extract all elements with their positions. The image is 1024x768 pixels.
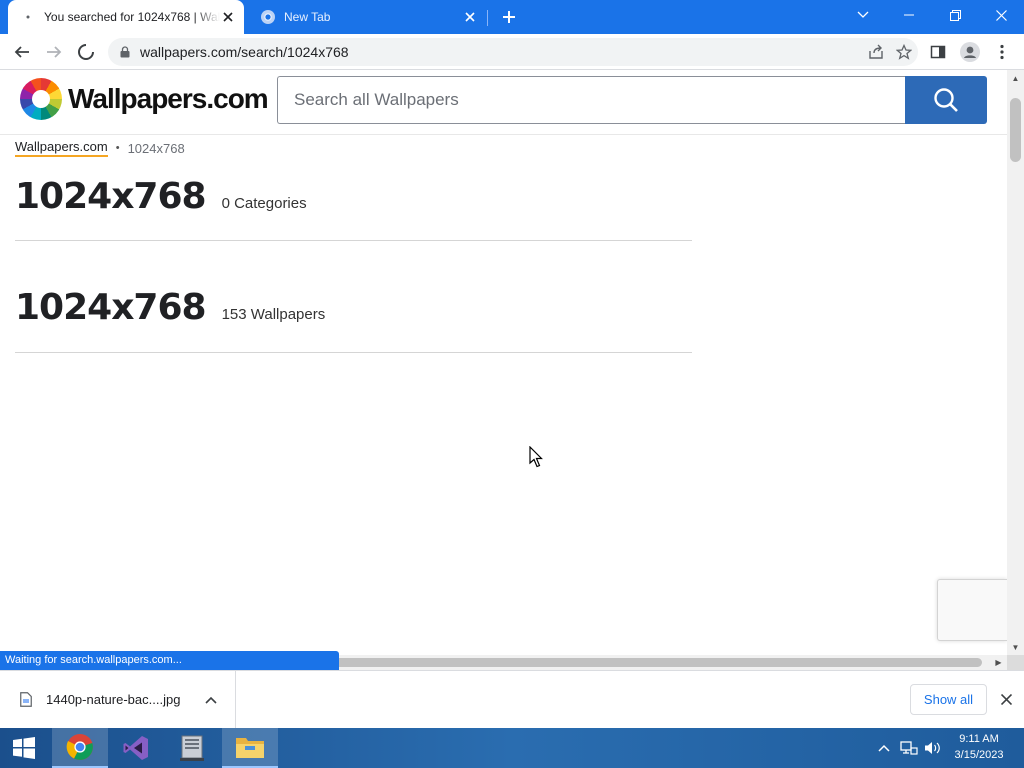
breadcrumb-home-link[interactable]: Wallpapers.com [15,139,108,157]
minimize-button[interactable] [886,0,932,30]
web-page: Wallpapers.com Wallpapers.com • 1024x768… [0,70,1007,650]
search-button[interactable] [905,76,987,124]
wallpapers-section: 1024x768 153 Wallpapers [15,287,692,353]
star-icon [896,44,912,60]
start-button[interactable] [0,728,48,768]
back-button[interactable] [8,38,36,66]
minimize-icon [904,14,914,16]
show-all-downloads-button[interactable]: Show all [910,684,987,715]
speaker-icon [925,742,940,754]
arrow-right-icon [47,46,62,58]
volume-button[interactable] [922,728,944,768]
chevron-up-icon [878,744,890,752]
breadcrumb-current: 1024x768 [127,140,185,156]
close-tab-icon[interactable] [220,9,236,25]
categories-count: 0 Categories [221,195,307,212]
taskbar-visual-studio[interactable] [108,728,164,768]
tab-wallpapers-search[interactable]: You searched for 1024x768 | Wallpapers.c… [8,0,244,34]
section-heading: 1024x768 [15,176,207,217]
categories-section: 1024x768 0 Categories [15,176,692,241]
avatar-icon [960,42,980,62]
chevron-up-icon[interactable] [199,688,223,712]
show-hidden-icons-button[interactable] [874,728,894,768]
restore-button[interactable] [932,0,978,30]
lock-icon [120,46,130,58]
network-icon [900,741,918,755]
breadcrumb-separator: • [115,142,120,154]
browser-tab-strip: You searched for 1024x768 | Wallpapers.c… [0,0,1024,34]
chrome-icon [66,734,93,760]
wallpapers-count: 153 Wallpapers [221,306,326,323]
stop-loading-button[interactable] [72,38,100,66]
plus-icon [503,11,515,23]
restore-icon [949,9,961,21]
download-shelf: 1440p-nature-bac....jpg Show all [0,670,1024,728]
new-tab-button[interactable] [497,5,521,29]
chrome-icon [260,9,276,25]
network-button[interactable] [898,728,920,768]
visual-studio-icon [123,736,148,760]
bookmark-button[interactable] [890,38,918,66]
tab-new-tab[interactable]: New Tab [250,0,486,34]
tab-separator [487,10,488,26]
browser-toolbar: wallpapers.com/search/1024x768 [0,34,1024,70]
search-icon [934,88,958,112]
recaptcha-badge[interactable] [937,579,1007,641]
vertical-scrollbar[interactable]: ▲ ▼ [1007,70,1024,655]
close-tab-icon[interactable] [462,9,478,25]
chevron-down-icon [857,11,869,18]
share-button[interactable] [862,38,890,66]
mouse-cursor-icon [529,446,543,468]
section-heading: 1024x768 [15,287,207,328]
scroll-up-arrow-icon[interactable]: ▲ [1007,70,1024,86]
windows-taskbar: 9:11 AM 3/15/2023 [0,728,1024,768]
browser-menu-button[interactable] [988,38,1016,66]
search-input[interactable] [277,76,906,124]
breadcrumb: Wallpapers.com • 1024x768 [15,139,185,157]
file-icon [20,692,32,707]
taskbar-chrome[interactable] [52,728,108,768]
loading-spinner-icon [78,44,94,60]
scrollbar-corner [1007,655,1024,670]
status-bubble: Waiting for search.wallpapers.com... [0,651,339,670]
site-logo[interactable]: Wallpapers.com [20,78,269,120]
address-bar[interactable]: wallpapers.com/search/1024x768 [108,38,918,66]
close-download-shelf-icon[interactable] [996,689,1016,709]
taskbar-server-manager[interactable] [164,728,220,768]
taskbar-file-explorer[interactable] [222,728,278,768]
close-icon [995,9,1007,21]
scroll-down-arrow-icon[interactable]: ▼ [1007,639,1024,655]
color-wheel-icon [20,78,62,120]
taskbar-clock[interactable]: 9:11 AM 3/15/2023 [948,731,1010,763]
clock-date: 3/15/2023 [954,749,1004,761]
download-item[interactable]: 1440p-nature-bac....jpg [0,671,236,728]
download-file-name: 1440p-nature-bac....jpg [46,692,181,707]
loading-dot-icon [20,9,36,25]
close-window-button[interactable] [978,0,1024,30]
tab-search-button[interactable] [840,0,886,30]
logo-text: Wallpapers.com [68,83,269,114]
kebab-menu-icon [1000,44,1004,60]
windows-logo-icon [13,737,35,759]
folder-icon [236,738,264,758]
scrollbar-thumb[interactable] [1010,98,1021,162]
server-icon [180,735,204,761]
clock-time: 9:11 AM [959,733,999,745]
profile-button[interactable] [956,38,984,66]
tab-title: You searched for 1024x768 | Wallpapers.c… [44,10,220,24]
scroll-right-arrow-icon[interactable]: ▶ [990,655,1007,670]
site-header: Wallpapers.com [0,70,1007,135]
forward-button[interactable] [40,38,68,66]
url-text: wallpapers.com/search/1024x768 [140,44,349,60]
arrow-left-icon [14,46,29,58]
share-icon [869,44,883,59]
side-panel-icon [930,45,946,59]
side-panel-button[interactable] [924,38,952,66]
tab-title: New Tab [284,10,331,24]
